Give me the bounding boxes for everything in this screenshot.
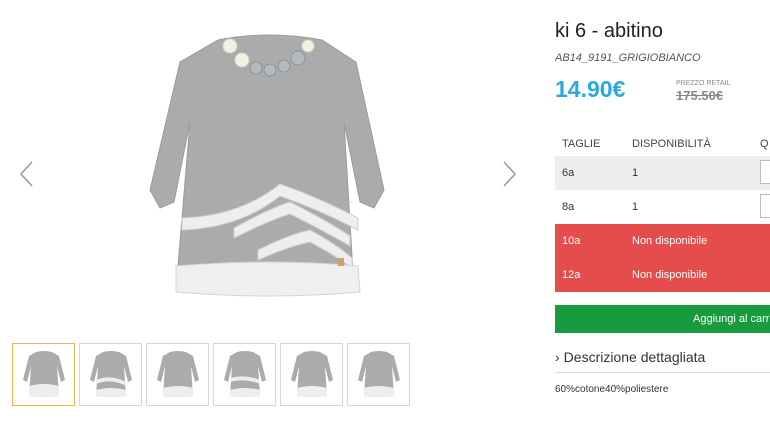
product-sku: AB14_9191_GRIGIOBIANCO	[555, 52, 701, 64]
product-gallery	[0, 0, 540, 424]
size-table: TAGLIE DISPONIBILITÀ Q 6a 1 8a 1 10a Non…	[555, 134, 770, 292]
chevron-right-icon: ›	[555, 349, 560, 365]
product-main-image	[130, 22, 410, 322]
thumbnail-4[interactable]	[213, 343, 276, 406]
retail-price: 175.50€	[676, 88, 723, 103]
thumbnail-3[interactable]	[146, 343, 209, 406]
table-row: 12a Non disponibile	[555, 258, 770, 292]
header-quantity: Q	[760, 138, 769, 150]
description-toggle-label: Descrizione dettagliata	[563, 349, 706, 365]
thumbnail-6[interactable]	[347, 343, 410, 406]
row-size: 6a	[562, 167, 575, 179]
description-toggle[interactable]: › Descrizione dettagliata	[555, 349, 705, 365]
row-availability: Non disponibile	[632, 269, 708, 281]
row-size: 8a	[562, 201, 575, 213]
thumbnail-strip	[12, 343, 410, 406]
chevron-left-icon[interactable]	[16, 160, 38, 188]
row-size: 12a	[562, 269, 581, 281]
retail-price-label: PREZZO RETAIL	[676, 80, 731, 87]
thumbnail-1[interactable]	[12, 343, 75, 406]
table-row: 10a Non disponibile	[555, 224, 770, 258]
row-availability: 1	[632, 201, 639, 213]
divider	[555, 372, 770, 373]
quantity-input[interactable]	[760, 160, 770, 184]
size-table-header: TAGLIE DISPONIBILITÀ Q	[555, 134, 770, 156]
quantity-input[interactable]	[760, 194, 770, 218]
product-title: ki 6 - abitino	[555, 20, 663, 42]
add-to-cart-button[interactable]: Aggiungi al carr	[555, 305, 770, 333]
add-to-cart-label: Aggiungi al carr	[693, 313, 770, 325]
row-availability: 1	[632, 167, 639, 179]
table-row: 6a 1	[555, 156, 770, 190]
thumbnail-2[interactable]	[79, 343, 142, 406]
row-availability: Non disponibile	[632, 235, 708, 247]
chevron-right-icon[interactable]	[498, 160, 520, 188]
header-size: TAGLIE	[562, 138, 601, 150]
header-availability: DISPONIBILITÀ	[632, 138, 711, 150]
thumbnail-5[interactable]	[280, 343, 343, 406]
table-row: 8a 1	[555, 190, 770, 224]
composition-text: 60%cotone40%poliestere	[555, 384, 669, 395]
product-info: ki 6 - abitino AB14_9191_GRIGIOBIANCO 14…	[555, 0, 770, 424]
product-price: 14.90€	[555, 76, 626, 102]
row-size: 10a	[562, 235, 581, 247]
